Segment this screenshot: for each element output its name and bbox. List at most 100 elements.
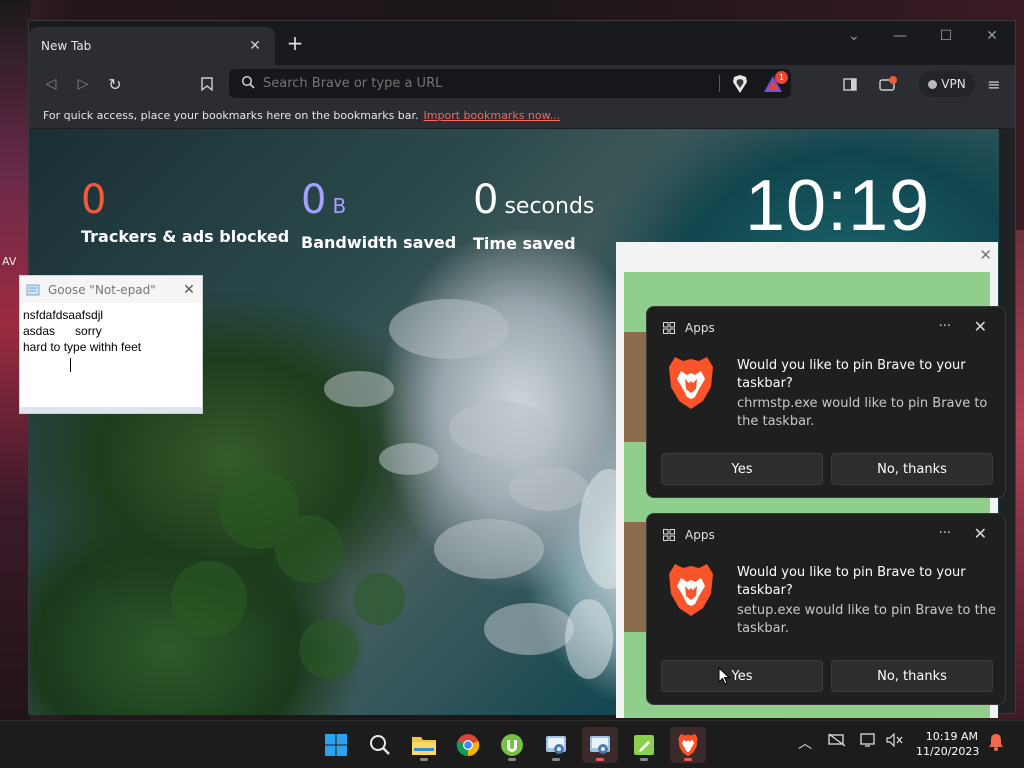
notification-app-name: Apps xyxy=(685,528,715,542)
more-options-icon[interactable]: ··· xyxy=(939,526,951,541)
bookmarks-message: For quick access, place your bookmarks h… xyxy=(43,109,419,122)
yes-button[interactable]: Yes xyxy=(661,660,823,692)
notification-title: Would you like to pin Brave to your task… xyxy=(737,358,966,391)
running-indicator xyxy=(684,758,692,761)
taskbar-clock[interactable]: 10:19 AM 11/20/2023 xyxy=(916,729,979,759)
running-indicator xyxy=(508,758,516,761)
tab-new-tab[interactable]: New Tab ✕ xyxy=(29,27,275,65)
notification-header: Apps xyxy=(663,321,715,335)
vpn-button[interactable]: VPN xyxy=(919,71,975,97)
notepad-text-area[interactable]: nsfdafdsaafsdjl asdas sorry hard to type… xyxy=(20,303,202,359)
brave-icon[interactable] xyxy=(670,727,706,763)
apps-icon xyxy=(663,322,675,334)
windows-start-icon[interactable] xyxy=(318,727,354,763)
popup-decoration xyxy=(624,332,646,442)
notepad-line: nsfdafdsaafsdjl xyxy=(23,308,104,322)
display-icon[interactable] xyxy=(860,733,878,751)
rewards-badge: 1 xyxy=(775,71,788,84)
pin-notification-2: Apps ··· ✕ Would you like to pin Brave t… xyxy=(646,513,1006,705)
tray-chevron-up-icon[interactable]: ︿ xyxy=(798,733,812,753)
maximize-icon[interactable]: ☐ xyxy=(923,21,969,51)
trackers-label: Trackers & ads blocked xyxy=(81,227,290,246)
menu-hamburger-icon[interactable]: ≡ xyxy=(985,75,1003,94)
brave-shields-icon[interactable] xyxy=(731,74,749,94)
network-icon[interactable] xyxy=(828,733,846,751)
apps-icon xyxy=(663,529,675,541)
tab-strip: New Tab ✕ + ⌄ — ☐ ✕ xyxy=(29,21,1015,65)
popup-close-icon[interactable]: ✕ xyxy=(979,246,992,264)
bandwidth-unit: B xyxy=(332,194,347,218)
running-indicator xyxy=(640,758,648,761)
running-indicator xyxy=(420,758,428,761)
time-saved-stat: 0 seconds Time saved xyxy=(473,179,594,253)
close-window-icon[interactable]: ✕ xyxy=(969,21,1015,51)
text-caret xyxy=(70,358,71,372)
running-indicator xyxy=(596,758,604,761)
volume-muted-icon[interactable] xyxy=(886,732,904,751)
sidebar-icon[interactable] xyxy=(841,75,859,93)
notification-message: chrmstp.exe would like to pin Brave to t… xyxy=(737,396,988,429)
notification-close-icon[interactable]: ✕ xyxy=(974,317,987,336)
reload-icon[interactable]: ↻ xyxy=(105,74,125,94)
notification-message: setup.exe would like to pin Brave to the… xyxy=(737,603,996,636)
notepad-title: Goose "Not-epad" xyxy=(48,282,156,297)
vpn-label: VPN xyxy=(941,77,966,91)
new-tab-plus-icon[interactable]: + xyxy=(285,33,305,53)
no-thanks-button[interactable]: No, thanks xyxy=(831,453,993,485)
notepad-titlebar[interactable]: Goose "Not-epad" ✕ xyxy=(20,276,202,303)
notification-bell-icon[interactable] xyxy=(988,733,1004,755)
search-icon xyxy=(241,75,255,89)
browser-toolbar: ◁ ▷ ↻ 1 VPN ≡ xyxy=(29,65,1015,103)
mouse-cursor-icon xyxy=(718,667,730,685)
notification-header: Apps xyxy=(663,528,715,542)
vpn-status-dot xyxy=(928,79,938,89)
time-saved-unit: seconds xyxy=(504,194,595,219)
running-indicator xyxy=(552,758,560,761)
forward-icon[interactable]: ▷ xyxy=(73,74,93,94)
bookmarks-bar: For quick access, place your bookmarks h… xyxy=(29,103,1015,129)
trackers-count: 0 xyxy=(81,177,107,223)
yes-button[interactable]: Yes xyxy=(661,453,823,485)
notepad-app-icon[interactable] xyxy=(626,727,662,763)
tab-close-icon[interactable]: ✕ xyxy=(247,38,263,54)
search-icon[interactable] xyxy=(362,727,398,763)
desktop-icon-label[interactable]: AV xyxy=(2,255,16,268)
minimize-icon[interactable]: — xyxy=(877,21,923,51)
no-thanks-button[interactable]: No, thanks xyxy=(831,660,993,692)
popup-decoration xyxy=(624,522,646,632)
notepad-close-icon[interactable]: ✕ xyxy=(176,282,202,298)
notepad-footer xyxy=(20,407,202,413)
time-saved-label: Time saved xyxy=(473,234,576,253)
notepad-line: hard to type withh feet xyxy=(23,340,142,354)
back-icon[interactable]: ◁ xyxy=(41,74,61,94)
tab-title: New Tab xyxy=(41,39,92,53)
wallet-icon[interactable] xyxy=(879,75,897,93)
notification-title: Would you like to pin Brave to your task… xyxy=(737,565,966,598)
bookmark-icon[interactable] xyxy=(197,74,217,94)
windows-taskbar: ︿ 10:19 AM 11/20/2023 xyxy=(0,720,1024,768)
notepad-icon xyxy=(26,284,40,295)
tab-search-chevron-icon[interactable]: ⌄ xyxy=(831,21,877,51)
control-panel-icon[interactable] xyxy=(582,727,618,763)
more-options-icon[interactable]: ··· xyxy=(939,319,951,334)
import-bookmarks-link[interactable]: Import bookmarks now... xyxy=(424,109,561,122)
pin-notification-1: Apps ··· ✕ Would you like to pin Brave t… xyxy=(646,306,1006,498)
notification-close-icon[interactable]: ✕ xyxy=(974,524,987,543)
chrome-icon[interactable] xyxy=(450,727,486,763)
brave-lion-icon xyxy=(669,357,713,409)
notepad-line: asdas sorry xyxy=(23,324,102,338)
file-explorer-icon[interactable] xyxy=(406,727,442,763)
brave-lion-icon xyxy=(669,564,713,616)
utorrent-icon[interactable] xyxy=(494,727,530,763)
url-input[interactable] xyxy=(263,73,703,93)
control-panel-icon[interactable] xyxy=(538,727,574,763)
bandwidth-label: Bandwidth saved xyxy=(301,233,457,252)
address-bar[interactable]: 1 xyxy=(229,69,791,98)
goose-notepad-window: Goose "Not-epad" ✕ nsfdafdsaafsdjl asdas… xyxy=(19,275,203,414)
window-controls: ⌄ — ☐ ✕ xyxy=(831,21,1015,51)
time-saved-value: 0 xyxy=(473,177,499,223)
notification-app-name: Apps xyxy=(685,321,715,335)
taskbar-time: 10:19 AM xyxy=(925,730,978,743)
omnibox-divider xyxy=(719,75,720,92)
trackers-stat: 0 Trackers & ads blocked xyxy=(81,179,289,246)
